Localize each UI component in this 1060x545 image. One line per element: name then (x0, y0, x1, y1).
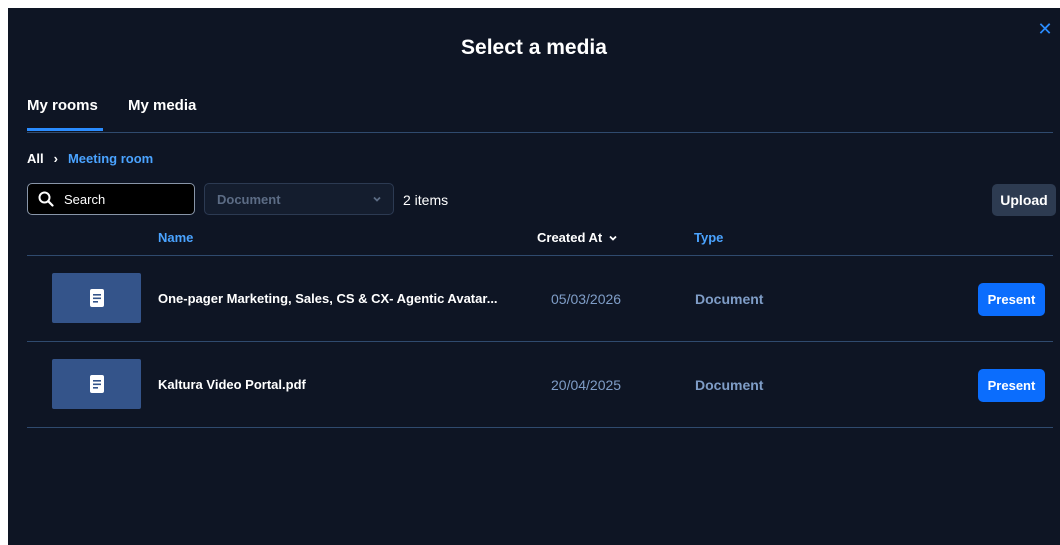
modal-title: Select a media (461, 36, 607, 59)
upload-button[interactable]: Upload (992, 184, 1056, 216)
present-button[interactable]: Present (978, 283, 1045, 316)
breadcrumb-all[interactable]: All (27, 151, 44, 166)
search-input[interactable] (62, 190, 186, 208)
table-header: Name Created At Type (27, 228, 1053, 254)
media-name: One-pager Marketing, Sales, CS & CX- Age… (158, 291, 498, 306)
table-row: Kaltura Video Portal.pdf 20/04/2025 Docu… (27, 341, 1053, 428)
media-type: Document (695, 377, 764, 393)
present-button[interactable]: Present (978, 369, 1045, 402)
media-thumbnail[interactable] (52, 273, 141, 323)
select-media-modal: ✕ Select a media My rooms My media All ›… (8, 8, 1060, 545)
breadcrumb-separator-icon: › (53, 151, 58, 166)
type-filter-value: Document (217, 191, 281, 207)
tab-my-rooms[interactable]: My rooms (27, 97, 103, 131)
media-list: One-pager Marketing, Sales, CS & CX- Age… (27, 255, 1053, 428)
media-created-at: 20/04/2025 (551, 377, 622, 393)
media-type: Document (695, 291, 764, 307)
column-header-created-at[interactable]: Created At (537, 230, 618, 245)
chevron-down-icon (373, 196, 381, 202)
column-header-name[interactable]: Name (158, 230, 193, 245)
media-name: Kaltura Video Portal.pdf (158, 377, 306, 392)
column-header-type[interactable]: Type (694, 230, 723, 245)
breadcrumb-meeting-room[interactable]: Meeting room (68, 151, 153, 166)
breadcrumb: All › Meeting room (27, 151, 153, 166)
column-header-created-at-label: Created At (537, 230, 603, 245)
document-icon (89, 375, 104, 393)
table-row: One-pager Marketing, Sales, CS & CX- Age… (27, 255, 1053, 341)
search-icon (38, 191, 54, 207)
tab-my-media[interactable]: My media (128, 97, 204, 131)
tab-bar: My rooms My media (27, 97, 1053, 133)
items-count: 2 items (403, 192, 449, 208)
chevron-down-icon (609, 235, 617, 241)
type-filter-select[interactable]: Document (204, 183, 394, 215)
search-box[interactable] (27, 183, 195, 215)
document-icon (89, 289, 104, 307)
media-created-at: 05/03/2026 (551, 291, 622, 307)
media-thumbnail[interactable] (52, 359, 141, 409)
